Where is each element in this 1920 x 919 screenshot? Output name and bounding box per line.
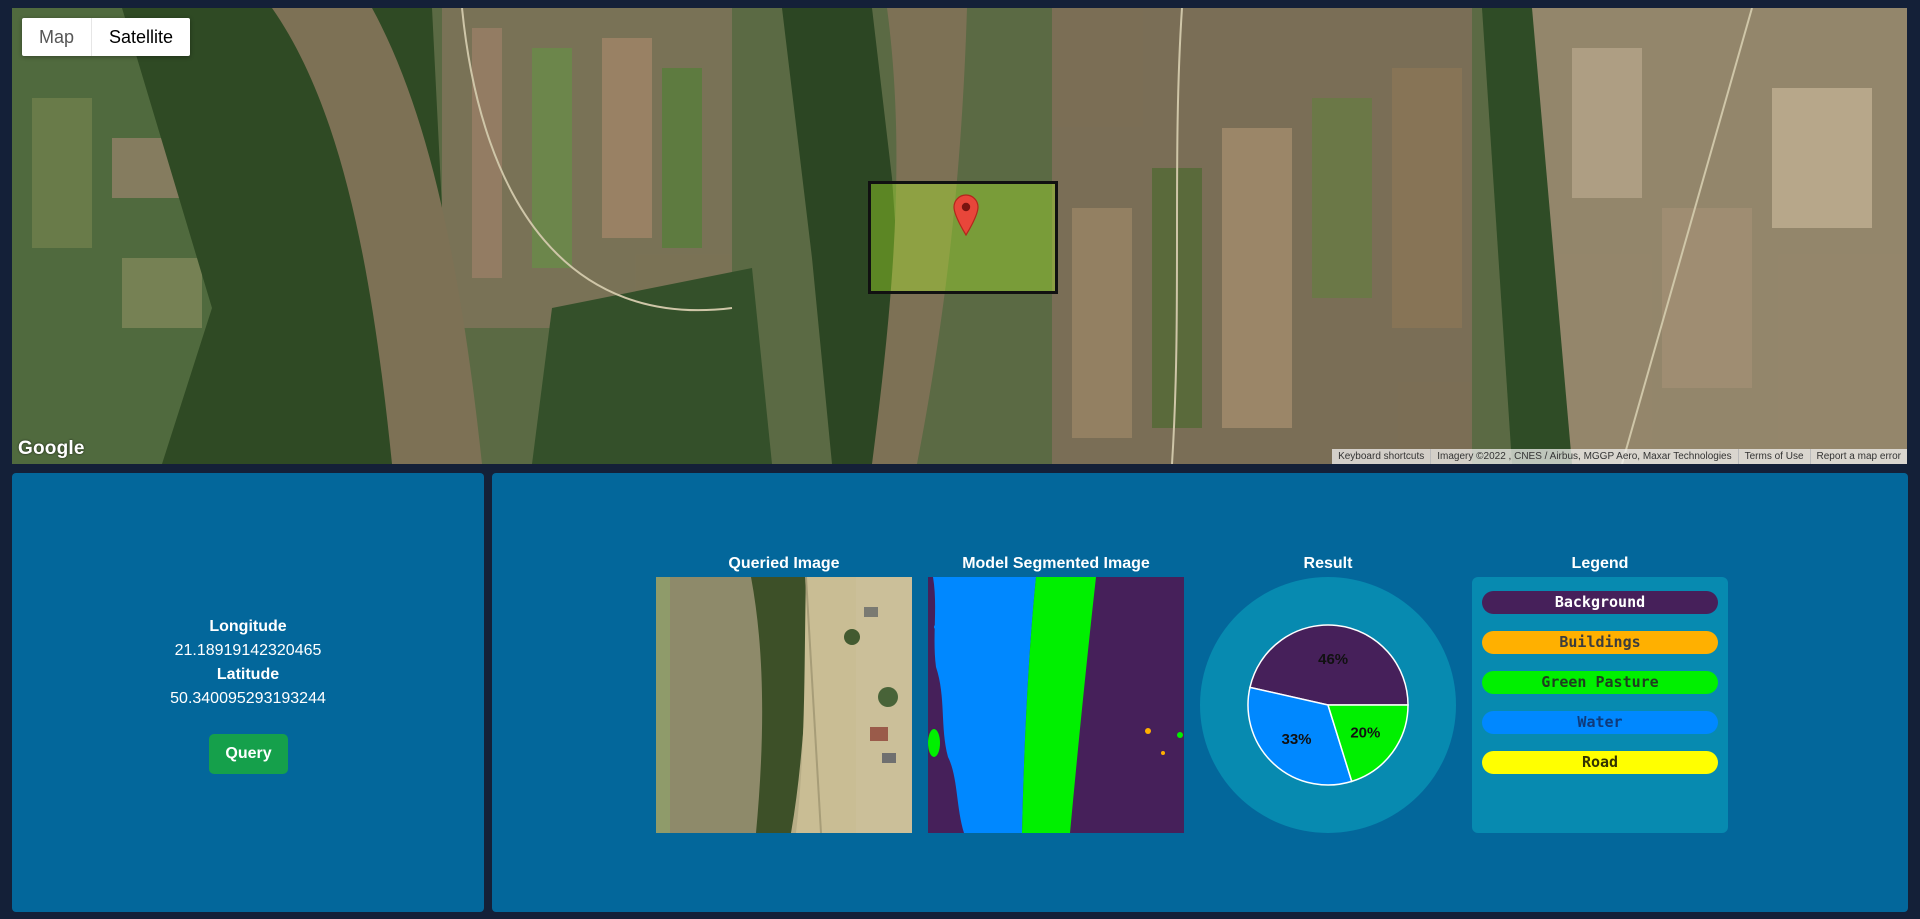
legend-title: Legend: [1571, 555, 1629, 572]
segmentation-mask: [928, 577, 1184, 833]
pie-label-background: 46%: [1318, 651, 1348, 668]
map-attribution: Keyboard shortcuts Imagery ©2022 , CNES …: [1332, 449, 1907, 464]
result-title: Result: [1303, 555, 1353, 572]
imagery-credit: Imagery ©2022 , CNES / Airbus, MGGP Aero…: [1430, 449, 1737, 464]
map-type-map-button[interactable]: Map: [22, 18, 93, 56]
latitude-value: 50.340095293193244: [170, 690, 326, 707]
pie-label-green-pasture: 20%: [1350, 725, 1380, 742]
google-logo: Google: [18, 438, 85, 459]
map-pin-icon[interactable]: [953, 194, 979, 236]
legend-item-water: Water: [1482, 711, 1718, 734]
report-map-error-link[interactable]: Report a map error: [1809, 449, 1907, 464]
result-chart-container: 46% 33% 20%: [1200, 577, 1456, 833]
query-button[interactable]: Query: [209, 734, 288, 774]
segmented-image-title: Model Segmented Image: [962, 555, 1150, 572]
segmented-image: [928, 577, 1184, 833]
keyboard-shortcuts-link[interactable]: Keyboard shortcuts: [1332, 449, 1430, 464]
terms-of-use-link[interactable]: Terms of Use: [1737, 449, 1810, 464]
legend-item-background: Background: [1482, 591, 1718, 614]
result-pie-chart: 46% 33% 20%: [1247, 624, 1409, 786]
queried-image: [656, 577, 912, 833]
latitude-label: Latitude: [216, 666, 280, 683]
legend-item-buildings: Buildings: [1482, 631, 1718, 654]
longitude-value: 21.18919142320465: [174, 642, 322, 659]
coordinates-display: Longitude 21.18919142320465 Latitude 50.…: [12, 615, 484, 711]
results-panel: Queried Image Model Segmented Image Resu…: [492, 473, 1908, 912]
pie-label-water: 33%: [1282, 731, 1312, 748]
legend-item-green-pasture: Green Pasture: [1482, 671, 1718, 694]
queried-image-title: Queried Image: [728, 555, 840, 572]
satellite-map[interactable]: Map Satellite Google Keyboard shortcuts …: [12, 8, 1907, 464]
map-type-satellite-button[interactable]: Satellite: [92, 18, 190, 56]
legend-panel: Background Buildings Green Pasture Water Roa…: [1472, 577, 1728, 833]
longitude-label: Longitude: [209, 618, 287, 635]
coordinates-panel: Longitude 21.18919142320465 Latitude 50.…: [12, 473, 484, 912]
legend-item-road: Road: [1482, 751, 1718, 774]
queried-satellite-tile: [656, 577, 912, 833]
map-type-toggle: Map Satellite: [22, 18, 191, 56]
